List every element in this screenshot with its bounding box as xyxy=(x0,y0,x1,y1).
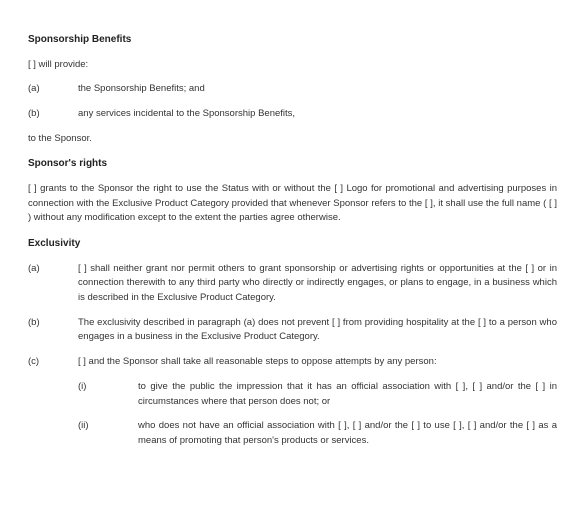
item-text: the Sponsorship Benefits; and xyxy=(78,82,557,97)
sub-item: (ii) who does not have an official assoc… xyxy=(78,419,557,448)
list-item: (c) [ ] and the Sponsor shall take all r… xyxy=(28,355,557,449)
intro-text: [ ] will provide: xyxy=(28,58,557,73)
rights-text: [ ] grants to the Sponsor the right to u… xyxy=(28,182,557,226)
item-marker: (a) xyxy=(28,82,50,97)
heading-sponsorship-benefits: Sponsorship Benefits xyxy=(28,32,557,48)
spacer xyxy=(50,82,78,97)
item-marker: (c) xyxy=(28,355,50,449)
heading-sponsors-rights: Sponsor's rights xyxy=(28,156,557,172)
list-item: (b) The exclusivity described in paragra… xyxy=(28,316,557,345)
item-text: any services incidental to the Sponsorsh… xyxy=(78,107,557,122)
item-text: The exclusivity described in paragraph (… xyxy=(78,316,557,345)
sub-item: (i) to give the public the impression th… xyxy=(78,380,557,409)
heading-exclusivity: Exclusivity xyxy=(28,236,557,252)
outro-text: to the Sponsor. xyxy=(28,132,557,147)
sub-marker: (i) xyxy=(78,380,100,409)
spacer xyxy=(50,316,78,345)
list-item: (a) [ ] shall neither grant nor permit o… xyxy=(28,262,557,306)
spacer xyxy=(100,419,138,448)
item-marker: (a) xyxy=(28,262,50,306)
sub-marker: (ii) xyxy=(78,419,100,448)
spacer xyxy=(50,107,78,122)
item-marker: (b) xyxy=(28,316,50,345)
sub-text: who does not have an official associatio… xyxy=(138,419,557,448)
spacer xyxy=(50,355,78,449)
list-item: (b) any services incidental to the Spons… xyxy=(28,107,557,122)
spacer xyxy=(50,262,78,306)
sub-text: to give the public the impression that i… xyxy=(138,380,557,409)
item-text: [ ] and the Sponsor shall take all reaso… xyxy=(78,355,557,370)
item-marker: (b) xyxy=(28,107,50,122)
item-body: [ ] and the Sponsor shall take all reaso… xyxy=(78,355,557,449)
item-text: [ ] shall neither grant nor permit other… xyxy=(78,262,557,306)
spacer xyxy=(100,380,138,409)
list-item: (a) the Sponsorship Benefits; and xyxy=(28,82,557,97)
